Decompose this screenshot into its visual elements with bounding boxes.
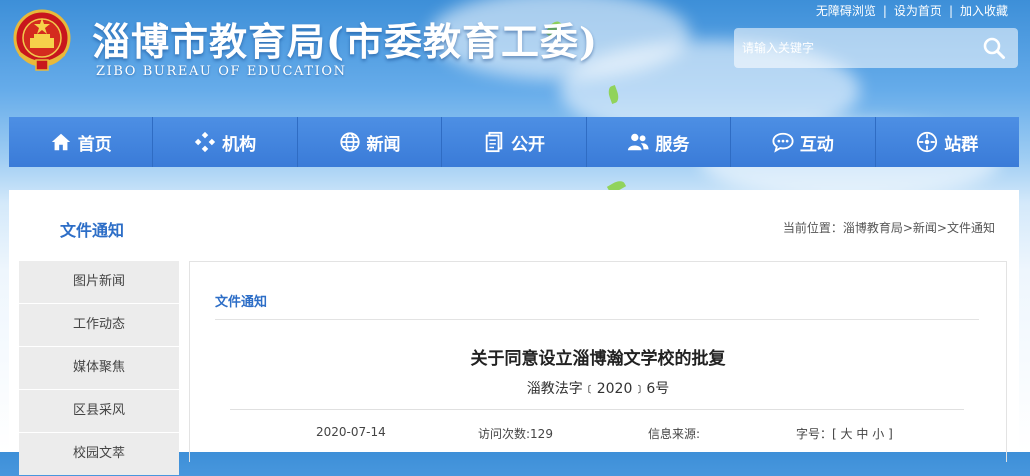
search-icon[interactable] [982,36,1006,60]
divider [215,319,979,320]
nav-label: 首页 [77,134,112,155]
nav-service[interactable]: 服务 [586,117,732,167]
document-number: 淄教法字﹝2020﹞6号 [526,381,670,397]
site-subtitle: ZIBO BUREAU OF EDUCATION [96,64,347,79]
sidebar-item-media-focus[interactable]: 媒体聚焦 [19,347,179,389]
font-size-label: 字号： [796,427,833,441]
sidebar-item-campus-essays[interactable]: 校园文萃 [19,433,179,475]
site-title: 淄博市教育局(市委教育工委) [92,19,598,64]
bracket: ] [888,427,893,441]
article-title: 关于同意设立淄博瀚文学校的批复 [470,349,726,369]
font-size-small-button[interactable]: 小 [872,427,884,441]
nav-home[interactable]: 首页 [9,117,154,167]
info-source-label: 信息来源: [648,427,701,441]
users-icon [628,133,649,151]
sidebar-item-work-updates[interactable]: 工作动态 [19,304,179,346]
documents-icon [485,131,503,153]
sidebar: 图片新闻 工作动态 媒体聚焦 区县采风 校园文萃 [19,261,179,476]
home-icon [51,133,70,151]
breadcrumb-separator: > [936,221,947,235]
chat-bubble-icon [772,132,794,153]
visit-count-label: 访问次数: [478,427,531,441]
main-nav: 首页 机构 新闻 公开 服务 互动 站群 [9,117,1019,167]
publish-date: 2020-07-14 [316,425,386,439]
article-category: 文件通知 [215,295,268,310]
font-size-large-button[interactable]: 大 [841,427,853,441]
nav-label: 服务 [655,134,690,155]
globe-icon [339,132,360,152]
top-links: 无障碍浏览 | 设为首页 | 加入收藏 [815,4,1008,18]
nav-label: 站群 [944,134,979,155]
search-box [734,28,1018,68]
compass-icon [917,131,938,153]
breadcrumb: 当前位置：淄博教育局>新闻>文件通知 [783,219,995,236]
breadcrumb-separator: > [902,221,913,235]
add-favorite-link[interactable]: 加入收藏 [960,4,1008,18]
nav-organization[interactable]: 机构 [153,117,298,167]
national-emblem-icon [12,8,72,74]
font-size-medium-button[interactable]: 中 [856,427,868,441]
nav-label: 互动 [799,134,834,155]
nav-news[interactable]: 新闻 [297,117,443,167]
breadcrumb-link-news[interactable]: 新闻 [913,221,937,235]
divider [230,409,964,410]
breadcrumb-link-home[interactable]: 淄博教育局 [843,221,903,235]
visit-count: 访问次数:129 [478,425,553,442]
nav-public[interactable]: 公开 [442,117,587,167]
info-source: 信息来源: [648,425,700,442]
accessibility-link[interactable]: 无障碍浏览 [816,4,876,18]
font-size-control: 字号：[ 大 中 小 ] [796,425,893,442]
nav-label: 新闻 [366,134,401,155]
section-title: 文件通知 [60,221,125,240]
set-homepage-link[interactable]: 设为首页 [894,4,942,18]
nav-label: 公开 [510,134,545,155]
bracket: [ [832,427,837,441]
nav-site-group[interactable]: 站群 [875,117,1019,167]
main-panel: 文件通知 当前位置：淄博教育局>新闻>文件通知 图片新闻 工作动态 媒体聚焦 区… [9,190,1019,475]
article-panel: 文件通知 关于同意设立淄博瀚文学校的批复 淄教法字﹝2020﹞6号 2020-0… [189,261,1007,462]
sidebar-item-district-news[interactable]: 区县采风 [19,390,179,432]
visit-count-value: 129 [530,427,553,441]
sidebar-item-photo-news[interactable]: 图片新闻 [19,261,179,303]
search-input[interactable] [734,28,974,68]
breadcrumb-prefix: 当前位置： [782,221,843,235]
diamond-grid-icon [195,131,216,153]
breadcrumb-link-notices[interactable]: 文件通知 [947,221,995,235]
nav-label: 机构 [222,134,257,155]
nav-interaction[interactable]: 互动 [731,117,876,167]
